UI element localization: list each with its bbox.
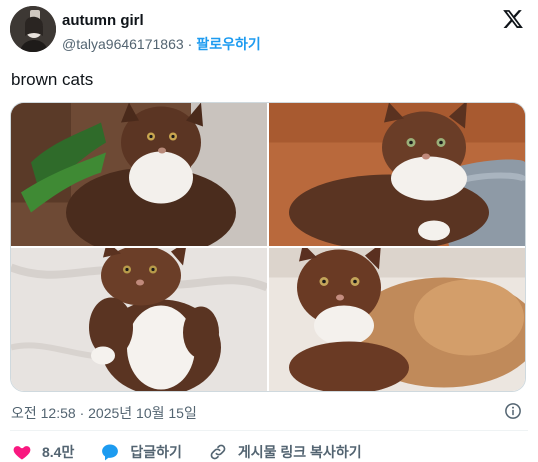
follow-button[interactable]: 팔로우하기 bbox=[196, 36, 260, 52]
author-handle[interactable]: @talya9646171863 bbox=[62, 36, 184, 52]
photo-1[interactable] bbox=[11, 103, 267, 246]
x-logo-icon[interactable] bbox=[502, 8, 524, 30]
divider bbox=[10, 430, 528, 431]
action-bar: 8.4만 답글하기 게시물 링크 복사하기 bbox=[12, 441, 388, 462]
reply-icon bbox=[100, 442, 120, 462]
author-display-name[interactable]: autumn girl bbox=[62, 12, 144, 29]
tweet-timestamp[interactable]: 오전 12:58 · 2025년 10월 15일 bbox=[11, 403, 197, 423]
reply-label: 답글하기 bbox=[130, 444, 182, 460]
avatar[interactable] bbox=[10, 6, 56, 52]
like-count: 8.4만 bbox=[42, 444, 75, 460]
link-icon bbox=[208, 442, 228, 462]
photo-3[interactable] bbox=[11, 248, 267, 391]
copy-link-label: 게시물 링크 복사하기 bbox=[237, 444, 362, 460]
heart-icon bbox=[12, 442, 32, 462]
like-button[interactable]: 8.4만 bbox=[12, 442, 74, 462]
photo-grid bbox=[10, 102, 526, 392]
tweet-text: brown cats bbox=[11, 70, 94, 89]
photo-4[interactable] bbox=[269, 248, 525, 391]
separator-dot: · bbox=[187, 36, 193, 52]
info-icon[interactable] bbox=[504, 402, 522, 420]
photo-2[interactable] bbox=[269, 103, 525, 246]
reply-button[interactable]: 답글하기 bbox=[100, 442, 182, 462]
tweet-card: autumn girl @talya9646171863 · 팔로우하기 brown… bbox=[0, 0, 538, 462]
copy-link-button[interactable]: 게시물 링크 복사하기 bbox=[208, 442, 362, 462]
author-handle-row: @talya9646171863 · 팔로우하기 bbox=[62, 34, 261, 54]
